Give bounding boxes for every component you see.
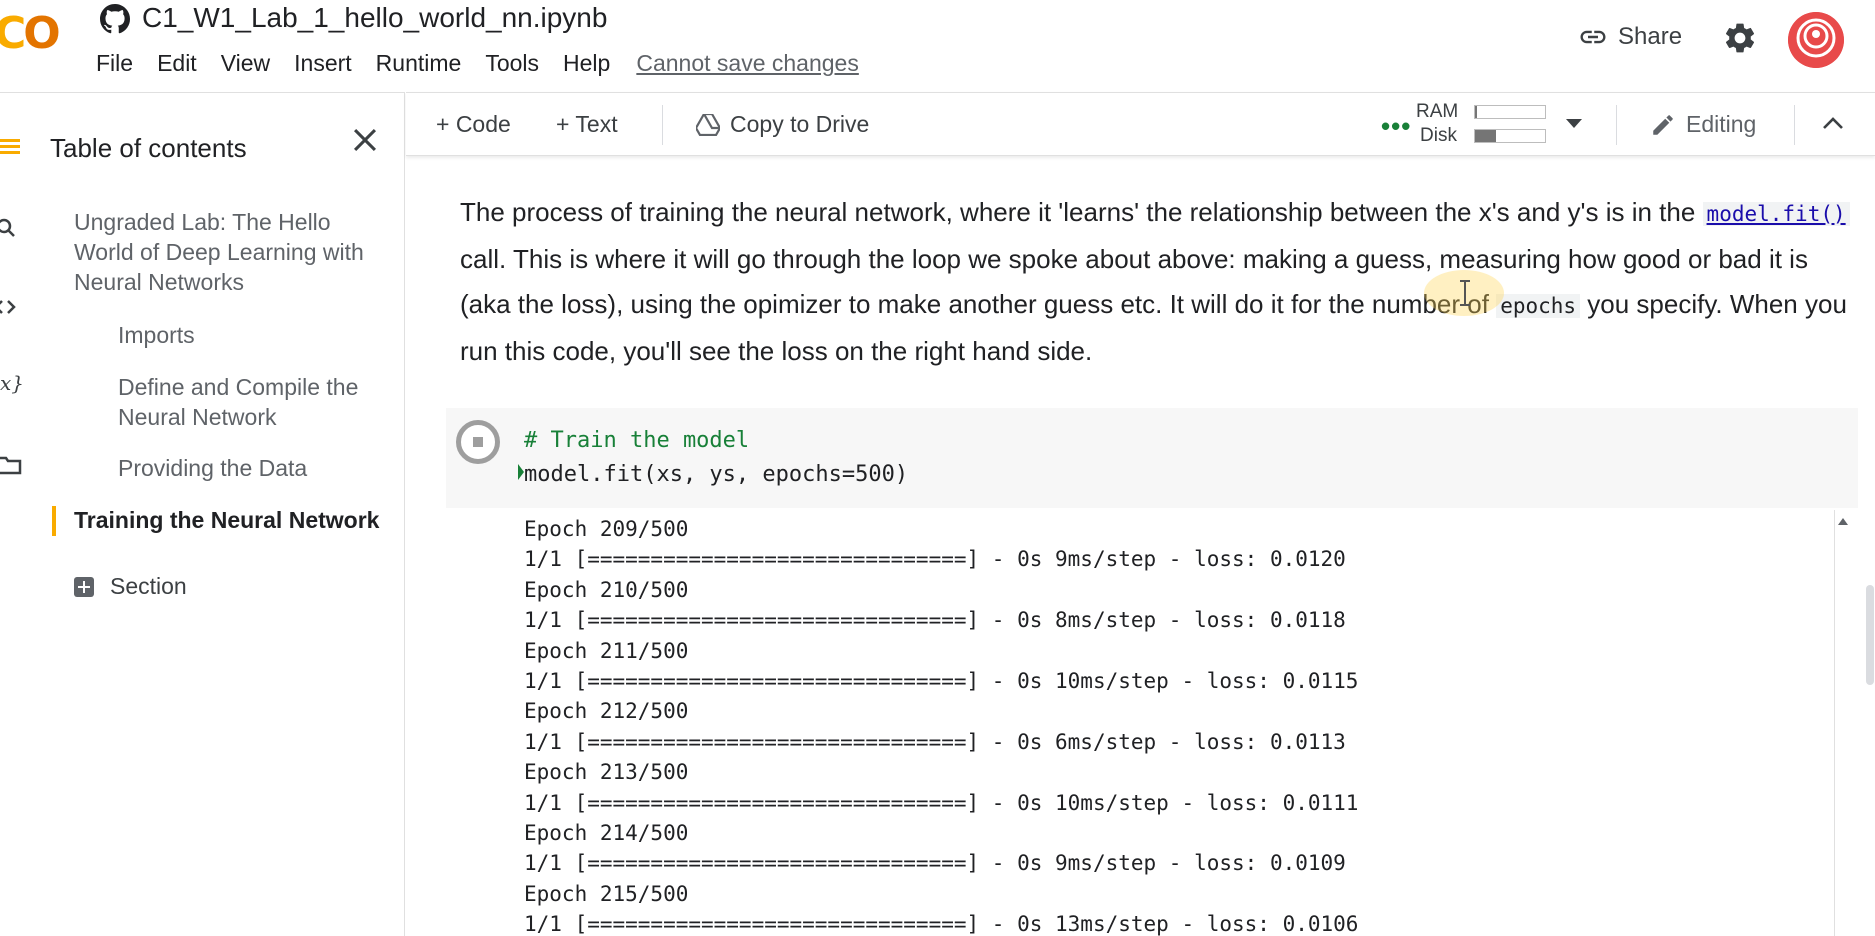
toc-active-indicator (52, 506, 56, 536)
ram-meter-fill (1475, 106, 1478, 118)
menu-edit[interactable]: Edit (157, 50, 197, 77)
output-scroll-border (1834, 510, 1835, 936)
ram-meter[interactable] (1474, 105, 1546, 119)
output-line: Epoch 210/500 (524, 577, 689, 602)
google-drive-icon (696, 113, 720, 136)
output-line: Epoch 211/500 (524, 638, 689, 663)
disk-meter[interactable] (1474, 129, 1546, 143)
toc-item-providing-data[interactable]: Providing the Data (118, 453, 388, 483)
stop-execution-button[interactable] (456, 420, 500, 464)
files-folder-icon[interactable] (0, 453, 24, 477)
colab-header: CO C1_W1_Lab_1_hello_world_nn.ipynb File… (0, 0, 1875, 92)
settings-gear-icon[interactable] (1722, 20, 1758, 56)
collapse-header-chevron-up-icon[interactable] (1822, 115, 1844, 131)
menu-runtime[interactable]: Runtime (376, 50, 462, 77)
toolbar-divider (662, 105, 663, 145)
inline-code-model-fit[interactable]: model.fit() (1702, 202, 1850, 226)
toc-item-define-compile[interactable]: Define and Compile the Neural Network (118, 372, 388, 432)
notebook-toolbar: + Code + Text Copy to Drive ••• RAM Disk… (406, 92, 1875, 156)
menu-tools[interactable]: Tools (485, 50, 539, 77)
output-line: 1/1 [==============================] - 0… (524, 790, 1359, 815)
output-line: 1/1 [==============================] - 0… (524, 851, 1346, 876)
stop-icon (473, 437, 483, 447)
close-icon[interactable] (348, 123, 382, 157)
code-comment: # Train the model (524, 428, 750, 453)
menu-view[interactable]: View (221, 50, 270, 77)
output-line: Epoch 209/500 (524, 517, 689, 541)
output-line: Epoch 212/500 (524, 699, 689, 724)
disk-label: Disk (1420, 125, 1457, 146)
add-text-button[interactable]: + Text (556, 111, 618, 138)
share-label: Share (1618, 23, 1683, 50)
save-status-link[interactable]: Cannot save changes (636, 50, 859, 77)
pencil-icon (1653, 114, 1673, 135)
add-section-icon[interactable] (74, 577, 94, 597)
output-line: Epoch 215/500 (524, 881, 689, 906)
add-code-button[interactable]: + Code (436, 111, 511, 138)
menu-bar: File Edit View Insert Runtime Tools Help… (96, 50, 883, 77)
github-icon[interactable] (100, 4, 130, 34)
resources-dropdown-icon[interactable] (1566, 119, 1582, 129)
search-icon[interactable] (0, 217, 24, 241)
user-avatar[interactable] (1788, 12, 1844, 68)
ram-label: RAM (1416, 101, 1459, 122)
menu-file[interactable]: File (96, 50, 133, 77)
page-scrollbar[interactable] (1866, 585, 1874, 685)
disk-meter-fill (1475, 130, 1496, 142)
editing-mode-label: Editing (1686, 111, 1757, 137)
output-line: 1/1 [==============================] - 0… (524, 547, 1346, 572)
output-line: Epoch 214/500 (524, 821, 689, 846)
output-line: 1/1 [==============================] - 0… (524, 608, 1346, 633)
copy-to-drive-button[interactable]: Copy to Drive (696, 111, 869, 138)
text-cursor-icon (1460, 280, 1470, 306)
share-button[interactable]: Share (1578, 22, 1682, 52)
inline-code-epochs: epochs (1496, 294, 1581, 318)
markdown-cell[interactable]: The process of training the neural netwo… (460, 190, 1850, 374)
copy-to-drive-label: Copy to Drive (730, 111, 870, 137)
menu-insert[interactable]: Insert (294, 50, 352, 77)
table-of-contents-panel: x} Table of contents Ungraded Lab: The H… (0, 92, 405, 936)
link-icon (1580, 30, 1606, 44)
toc-item-ungraded-lab[interactable]: Ungraded Lab: The Hello World of Deep Le… (74, 207, 394, 297)
toc-item-training[interactable]: Training the Neural Network (74, 505, 404, 535)
toc-title: Table of contents (50, 133, 247, 163)
runtime-status-dots-icon[interactable]: ••• (1381, 111, 1411, 142)
toc-list-icon[interactable] (0, 135, 24, 159)
menu-help[interactable]: Help (563, 50, 610, 77)
output-line: 1/1 [==============================] - 0… (524, 912, 1359, 936)
notebook-title[interactable]: C1_W1_Lab_1_hello_world_nn.ipynb (142, 2, 607, 34)
variables-icon[interactable]: x} (0, 371, 24, 395)
code-snippets-icon[interactable] (0, 295, 24, 319)
text-part-1: The process of training the neural netwo… (460, 197, 1696, 227)
toc-item-imports[interactable]: Imports (118, 320, 388, 350)
colab-logo[interactable]: CO (0, 8, 61, 59)
output-scroll-up-icon[interactable] (1838, 518, 1848, 525)
cell-output: Epoch 209/500 1/1 [=====================… (446, 510, 1858, 936)
output-line: 1/1 [==============================] - 0… (524, 669, 1359, 694)
code-statement[interactable]: model.fit(xs, ys, epochs=500) (524, 462, 908, 487)
avatar-rings-icon (1788, 12, 1844, 68)
add-section-label[interactable]: Section (110, 571, 187, 601)
output-line: 1/1 [==============================] - 0… (524, 729, 1346, 754)
code-cell[interactable] (446, 408, 1858, 508)
toolbar-divider (1616, 105, 1617, 145)
output-line: Epoch 213/500 (524, 760, 689, 785)
editing-mode-button[interactable]: Editing (1650, 111, 1756, 138)
toolbar-divider (1794, 105, 1795, 145)
